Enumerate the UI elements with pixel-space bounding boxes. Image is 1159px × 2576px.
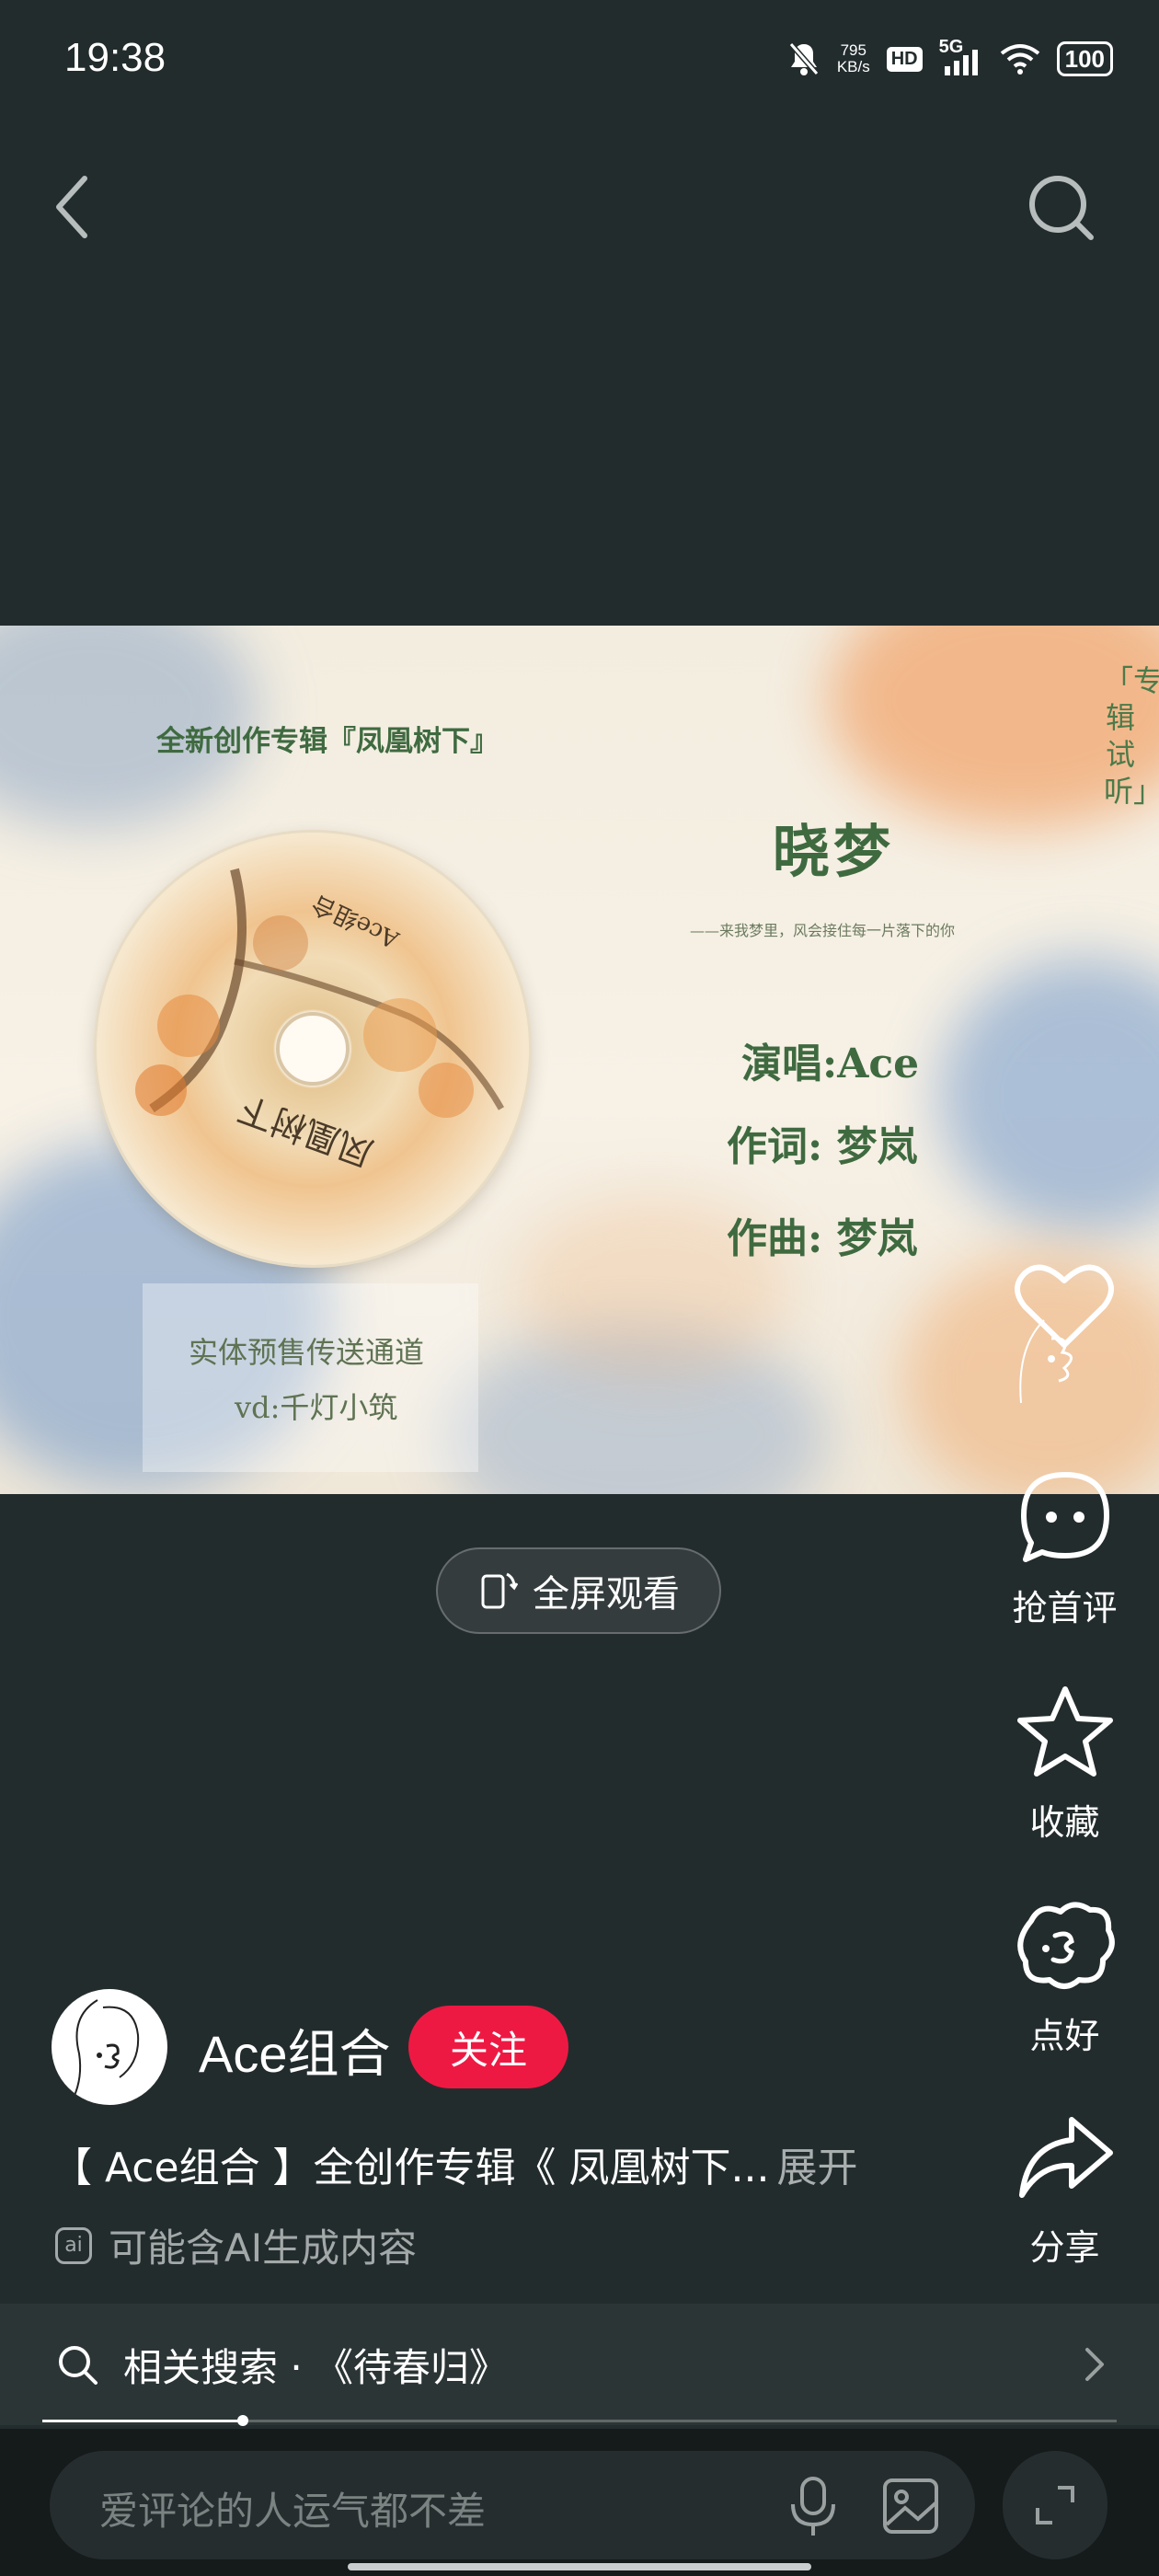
presale-line-2: vd:千灯小筑 <box>235 1390 398 1425</box>
back-button[interactable] <box>46 166 110 248</box>
video-player[interactable]: 全新创作专辑『凤凰树下』 晓梦 ——来我梦里，风会接住每一片落下的你 演唱:Ac… <box>0 626 1159 1494</box>
image-button[interactable] <box>879 2475 942 2537</box>
expand-link[interactable]: 展开 <box>777 2145 858 2191</box>
battery-icon: 100 <box>1056 41 1113 76</box>
chat-bubble-icon <box>1020 1472 1109 1562</box>
voice-button[interactable] <box>784 2475 843 2537</box>
video-progress-bar[interactable] <box>42 2415 1117 2426</box>
author-name[interactable]: Ace组合 <box>199 2013 391 2087</box>
nice-label: 点好 <box>1029 2016 1100 2056</box>
description-text: 【 Ace组合 】全创作专辑《 凤凰树下... <box>52 2145 770 2191</box>
ai-notice-text: 可能含AI生成内容 <box>109 2225 418 2271</box>
favorite-button[interactable]: 收藏 <box>998 1682 1131 1845</box>
album-preview-label: 「专辑试听」 <box>1104 663 1159 809</box>
presale-line-1: 实体预售传送通道 <box>189 1335 425 1370</box>
search-icon <box>1029 176 1094 240</box>
song-title: 晓梦 <box>773 818 895 885</box>
expand-button[interactable] <box>1003 2451 1107 2559</box>
fullscreen-button[interactable]: 全屏观看 <box>436 1547 721 1634</box>
net-speed-value: 795 <box>840 41 866 59</box>
comment-button[interactable]: 抢首评 <box>998 1467 1131 1630</box>
mute-bell-icon <box>788 42 820 75</box>
share-arrow-icon <box>1018 2117 1113 2198</box>
net-speed-unit: KB/s <box>836 58 870 75</box>
like-button[interactable] <box>998 1256 1131 1404</box>
search-button[interactable] <box>1021 166 1104 248</box>
album-line: 全新创作专辑『凤凰树下』 <box>156 725 499 758</box>
5g-signal-icon: 5G <box>939 37 983 77</box>
wifi-icon <box>1000 44 1039 75</box>
rotate-phone-icon <box>481 1572 518 1609</box>
song-subtitle: ——来我梦里，风会接住每一片落下的你 <box>690 922 956 939</box>
hd-icon: HD <box>886 46 923 72</box>
disc-center <box>276 1012 350 1086</box>
related-search-text: 相关搜索 · 《待春归》 <box>123 2344 509 2390</box>
comment-placeholder: 爱评论的人运气都不差 <box>99 2489 487 2534</box>
avatar[interactable] <box>52 1989 167 2105</box>
comment-label: 抢首评 <box>1012 1588 1118 1628</box>
home-indicator[interactable] <box>348 2563 811 2570</box>
fullscreen-label: 全屏观看 <box>533 1573 680 1616</box>
related-search-bar[interactable]: 相关搜索 · 《待春归》 <box>0 2304 1159 2425</box>
avatar-doodle-icon <box>73 1999 140 2099</box>
microphone-icon <box>791 2477 835 2536</box>
ai-badge-icon: ai <box>55 2226 92 2264</box>
search-icon <box>59 2346 98 2385</box>
status-icons: 795 KB/s HD 5G 100 <box>787 37 1113 79</box>
favorite-label: 收藏 <box>1029 1802 1100 1843</box>
like-doodle-icon <box>1019 1319 1073 1404</box>
status-time: 19:38 <box>64 35 166 80</box>
ai-notice: ai 可能含AI生成内容 <box>55 2217 417 2273</box>
singer-credit: 演唱:Ace <box>741 1041 920 1087</box>
album-disc: 凤凰树下 Ace组合 <box>97 833 529 1265</box>
lyricist-credit: 作词: 梦岚 <box>727 1123 918 1170</box>
presale-box: 实体预售传送通道 vd:千灯小筑 <box>143 1283 478 1472</box>
chevron-left-icon <box>56 176 87 238</box>
expand-icon <box>1036 2486 1074 2524</box>
chevron-right-icon <box>1085 2348 1104 2381</box>
net-speed: 795 KB/s <box>837 42 870 75</box>
follow-button[interactable]: 关注 <box>408 2006 568 2088</box>
description[interactable]: 【 Ace组合 】全创作专辑《 凤凰树下... 展开 <box>52 2134 858 2193</box>
progress-fill <box>42 2420 244 2422</box>
star-icon <box>1016 1686 1113 1777</box>
nice-button[interactable]: 点好 <box>998 1895 1131 2058</box>
share-button[interactable]: 分享 <box>998 2107 1131 2270</box>
sticker-icon <box>1016 1902 1115 1989</box>
share-label: 分享 <box>1029 2227 1100 2268</box>
image-icon <box>883 2478 938 2534</box>
composer-credit: 作曲: 梦岚 <box>727 1215 918 1262</box>
